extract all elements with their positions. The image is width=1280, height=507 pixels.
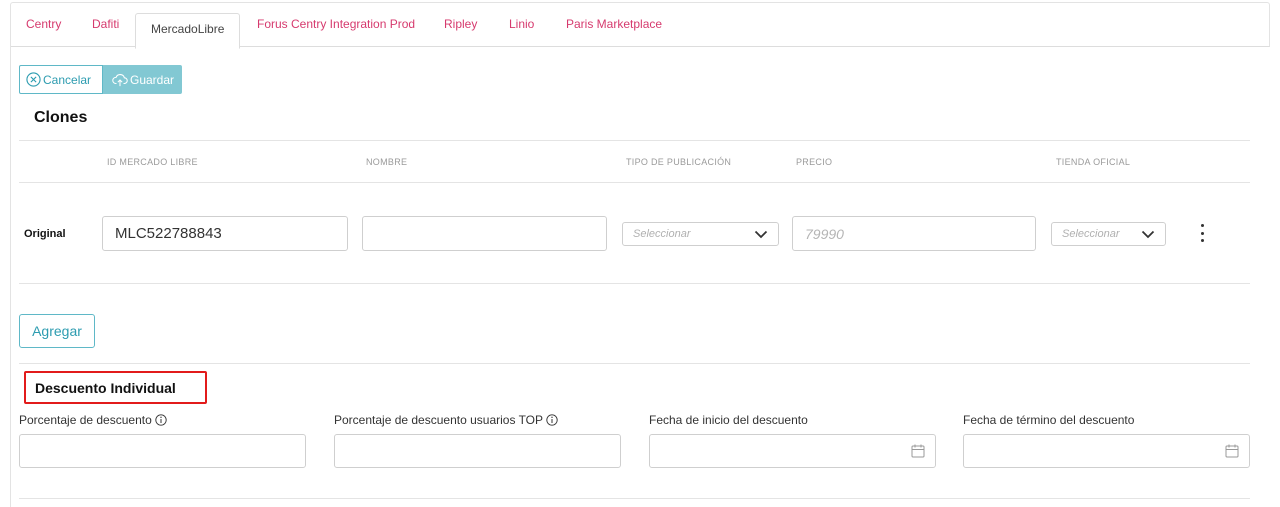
cancel-button[interactable]: Cancelar: [19, 65, 103, 94]
top-discount-percentage-text: Porcentaje de descuento usuarios TOP: [334, 413, 544, 427]
cloud-upload-icon: [112, 73, 128, 86]
official-store-placeholder: Seleccionar: [1062, 228, 1120, 240]
info-icon[interactable]: [546, 414, 558, 426]
divider: [19, 283, 1250, 284]
top-discount-percentage-label: Porcentaje de descuento usuarios TOP: [334, 413, 558, 427]
discount-end-date-input[interactable]: [963, 434, 1250, 468]
discount-start-date-label: Fecha de inicio del descuento: [649, 413, 808, 427]
discount-end-date-label: Fecha de término del descuento: [963, 413, 1134, 427]
column-header-price: PRECIO: [796, 157, 833, 167]
chevron-down-icon: [754, 230, 768, 238]
clones-title: Clones: [34, 109, 88, 126]
id-mercadolibre-input[interactable]: MLC522788843: [102, 216, 348, 251]
divider: [19, 498, 1250, 499]
divider: [19, 363, 1250, 364]
row-label-original: Original: [24, 228, 66, 240]
chevron-down-icon: [1141, 230, 1155, 238]
tab-mercadolibre[interactable]: MercadoLibre: [135, 13, 241, 49]
tab-ripley[interactable]: Ripley: [444, 17, 477, 31]
column-header-official-store: TIENDA OFICIAL: [1056, 157, 1131, 167]
tab-paris-marketplace[interactable]: Paris Marketplace: [566, 17, 662, 31]
save-button[interactable]: Guardar: [103, 65, 182, 94]
tab-centry[interactable]: Centry: [26, 17, 61, 31]
more-options-icon[interactable]: [1198, 224, 1206, 242]
discount-percentage-text: Porcentaje de descuento: [19, 413, 152, 427]
divider: [19, 140, 1250, 141]
column-header-publication-type: TIPO DE PUBLICACIÓN: [626, 157, 732, 167]
tab-forus-centry[interactable]: Forus Centry Integration Prod: [257, 17, 415, 31]
column-header-name: NOMBRE: [366, 157, 408, 167]
info-icon[interactable]: [155, 414, 167, 426]
publication-type-select[interactable]: Seleccionar: [622, 222, 779, 246]
discount-start-date-input[interactable]: [649, 434, 936, 468]
discount-section-title: Descuento Individual: [24, 371, 207, 404]
column-header-id: ID MERCADO LIBRE: [107, 157, 198, 167]
price-input[interactable]: 79990: [792, 216, 1036, 251]
official-store-select[interactable]: Seleccionar: [1051, 222, 1166, 246]
publication-type-placeholder: Seleccionar: [633, 228, 691, 240]
discount-percentage-label: Porcentaje de descuento: [19, 413, 167, 427]
discount-percentage-input[interactable]: [19, 434, 306, 468]
discount-end-date-text: Fecha de término del descuento: [963, 413, 1135, 427]
top-discount-percentage-input[interactable]: [334, 434, 621, 468]
calendar-icon[interactable]: [1225, 444, 1239, 458]
close-circle-icon: [26, 72, 41, 87]
calendar-icon[interactable]: [911, 444, 925, 458]
cancel-label: Cancelar: [43, 72, 92, 87]
divider: [19, 182, 1250, 183]
save-label: Guardar: [130, 72, 175, 87]
discount-start-date-text: Fecha de inicio del descuento: [649, 413, 808, 427]
name-input[interactable]: [362, 216, 607, 251]
tab-dafiti[interactable]: Dafiti: [92, 17, 119, 31]
add-button[interactable]: Agregar: [19, 314, 95, 348]
content-border: [10, 46, 11, 507]
tab-linio[interactable]: Linio: [509, 17, 534, 31]
tab-bar: Centry Dafiti MercadoLibre Forus Centry …: [10, 2, 1270, 49]
